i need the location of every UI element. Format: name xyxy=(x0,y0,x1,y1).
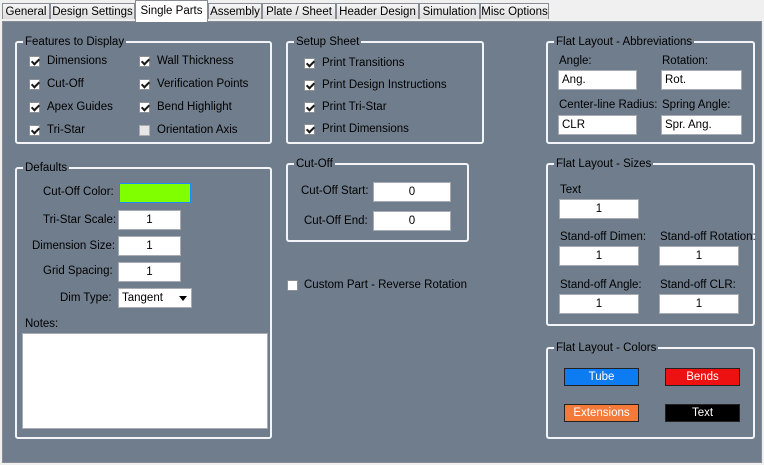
sizes-title: Flat Layout - Sizes xyxy=(554,158,654,170)
cut-off-start-label: Cut-Off Start: xyxy=(301,185,369,197)
dimensions-label: Dimensions xyxy=(47,55,108,67)
sizes-rotation-input[interactable]: 1 xyxy=(659,246,739,266)
extensions-color-button[interactable]: Extensions xyxy=(564,404,639,422)
print-dimensions-checkbox[interactable] xyxy=(304,124,315,135)
cut-off-label: Cut-Off xyxy=(47,78,84,90)
bend-highlight-checkbox[interactable] xyxy=(139,102,150,113)
dimension-size-label: Dimension Size: xyxy=(32,240,116,252)
sizes-clr-input[interactable]: 1 xyxy=(659,294,739,314)
custom-part-reverse-rotation-checkbox[interactable] xyxy=(287,280,298,291)
abbreviations-title: Flat Layout - Abbreviations xyxy=(554,36,695,48)
tri-star-label: Tri-Star xyxy=(47,124,85,136)
dim-type-select[interactable]: Tangent xyxy=(118,288,192,308)
bend-highlight-label: Bend Highlight xyxy=(157,101,232,113)
print-dimensions-label: Print Dimensions xyxy=(322,123,409,135)
wall-thickness-label: Wall Thickness xyxy=(157,55,234,67)
sizes-angle-input[interactable]: 1 xyxy=(559,294,639,314)
abbrev-spring-label: Spring Angle: xyxy=(662,99,731,111)
dimension-size-input[interactable]: 1 xyxy=(118,236,181,256)
verification-points-checkbox[interactable] xyxy=(139,79,150,90)
sizes-text-input[interactable]: 1 xyxy=(559,199,639,219)
sizes-rotation-label: Stand-off Rotation: xyxy=(660,231,756,243)
abbrev-angle-input[interactable]: Ang. xyxy=(558,70,637,90)
apex-guides-checkbox[interactable] xyxy=(29,102,40,113)
cut-off-color-swatch[interactable] xyxy=(119,183,191,203)
tab-misc-options[interactable]: Misc Options xyxy=(480,3,549,19)
abbrev-rotation-input[interactable]: Rot. xyxy=(661,70,742,90)
cut-off-title: Cut-Off xyxy=(294,158,335,170)
tri-star-scale-input[interactable]: 1 xyxy=(118,210,181,230)
print-transitions-label: Print Transitions xyxy=(322,57,405,69)
tab-header-design[interactable]: Header Design xyxy=(336,3,419,19)
colors-title: Flat Layout - Colors xyxy=(554,342,659,354)
defaults-title: Defaults xyxy=(23,162,70,174)
tab-plate-sheet[interactable]: Plate / Sheet xyxy=(262,3,336,19)
dim-type-value: Tangent xyxy=(122,292,163,304)
abbrev-clr-label: Center-line Radius: xyxy=(559,99,658,111)
verification-points-label: Verification Points xyxy=(157,78,249,90)
orientation-axis-label: Orientation Axis xyxy=(157,124,238,136)
sizes-dimen-label: Stand-off Dimen: xyxy=(560,231,647,243)
single-parts-panel: Features to Display Dimensions Cut-Off A… xyxy=(2,21,762,463)
bends-color-button[interactable]: Bends xyxy=(665,368,740,386)
grid-spacing-label: Grid Spacing: xyxy=(43,265,113,277)
abbrev-angle-label: Angle: xyxy=(559,55,592,67)
sizes-angle-label: Stand-off Angle: xyxy=(560,279,642,291)
colors-group: Flat Layout - Colors xyxy=(546,342,755,439)
text-color-button[interactable]: Text xyxy=(665,404,740,422)
dimensions-checkbox[interactable] xyxy=(29,56,40,67)
tab-design-settings[interactable]: Design Settings xyxy=(50,3,135,19)
cut-off-end-label: Cut-Off End: xyxy=(304,215,368,227)
sizes-text-label: Text xyxy=(560,184,582,196)
notes-label: Notes: xyxy=(25,318,59,330)
grid-spacing-input[interactable]: 1 xyxy=(118,262,181,282)
cut-off-start-input[interactable]: 0 xyxy=(373,182,451,202)
orientation-axis-checkbox[interactable] xyxy=(139,125,150,136)
print-tri-star-checkbox[interactable] xyxy=(304,102,315,113)
abbrev-rotation-label: Rotation: xyxy=(662,55,709,67)
wall-thickness-checkbox[interactable] xyxy=(139,56,150,67)
tri-star-scale-label: Tri-Star Scale: xyxy=(43,214,117,226)
chevron-down-icon xyxy=(179,296,187,301)
print-transitions-checkbox[interactable] xyxy=(304,58,315,69)
features-title: Features to Display xyxy=(23,36,127,48)
setup-sheet-title: Setup Sheet xyxy=(294,36,362,48)
dim-type-label: Dim Type: xyxy=(60,292,112,304)
cut-off-end-input[interactable]: 0 xyxy=(373,211,451,231)
tri-star-checkbox[interactable] xyxy=(29,125,40,136)
tube-color-button[interactable]: Tube xyxy=(564,368,639,386)
tab-bar: General Design Settings Single Parts Ass… xyxy=(0,0,764,22)
print-tri-star-label: Print Tri-Star xyxy=(322,101,387,113)
print-design-instructions-checkbox[interactable] xyxy=(304,80,315,91)
tab-single-parts[interactable]: Single Parts xyxy=(135,0,208,22)
abbrev-spring-input[interactable]: Spr. Ang. xyxy=(661,115,742,135)
tab-simulation[interactable]: Simulation xyxy=(419,3,480,19)
tab-assembly[interactable]: Assembly xyxy=(208,3,262,19)
sizes-dimen-input[interactable]: 1 xyxy=(559,246,639,266)
notes-textarea[interactable] xyxy=(22,333,268,429)
tab-general[interactable]: General xyxy=(2,3,50,19)
cut-off-checkbox[interactable] xyxy=(29,79,40,90)
sizes-clr-label: Stand-off CLR: xyxy=(660,279,736,291)
cut-off-color-label: Cut-Off Color: xyxy=(43,186,114,198)
apex-guides-label: Apex Guides xyxy=(47,101,113,113)
print-design-instructions-label: Print Design Instructions xyxy=(322,79,447,91)
abbrev-clr-input[interactable]: CLR xyxy=(558,115,637,135)
custom-part-reverse-rotation-label: Custom Part - Reverse Rotation xyxy=(304,279,467,291)
